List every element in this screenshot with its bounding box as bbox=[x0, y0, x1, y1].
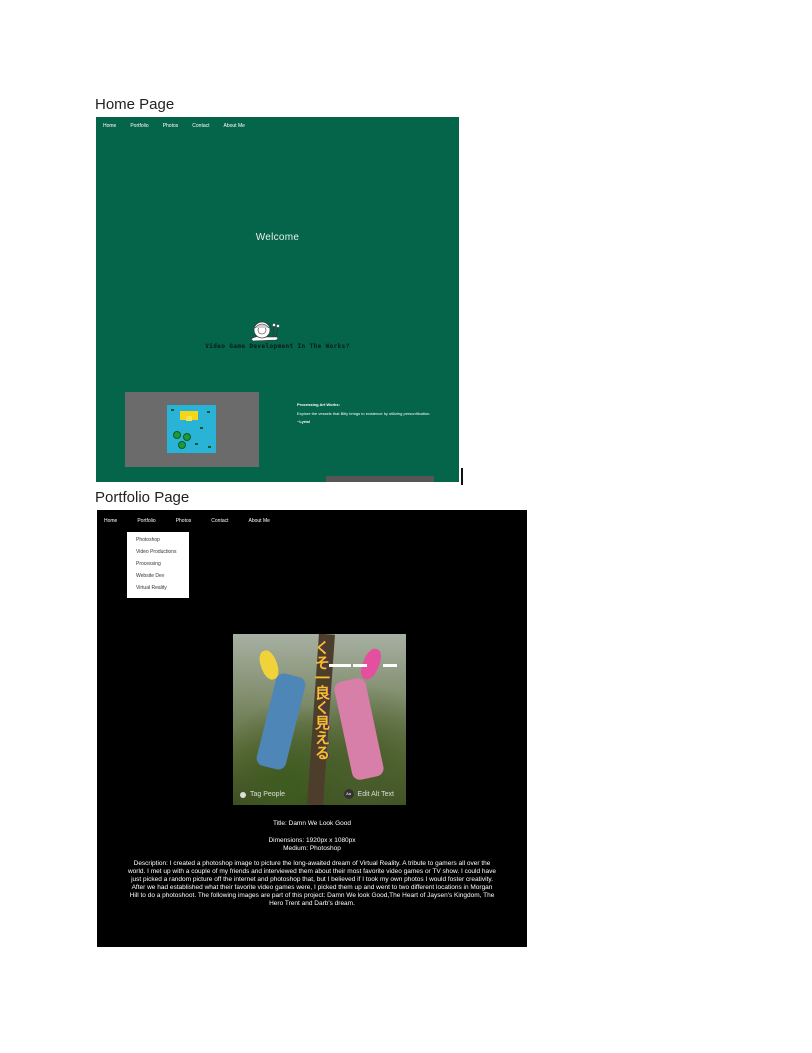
portfolio-nav-about[interactable]: About Me bbox=[249, 518, 270, 524]
dropdown-item-photoshop[interactable]: Photoshop bbox=[136, 536, 189, 548]
dropdown-item-video-productions[interactable]: Video Productions bbox=[136, 548, 189, 560]
home-nav: Home Portfolio Photos Contact About Me bbox=[103, 123, 245, 129]
portfolio-nav-contact[interactable]: Contact bbox=[211, 518, 228, 524]
dropdown-item-website-dev[interactable]: Website Dev bbox=[136, 572, 189, 584]
processing-description-block: Processing Art Works: Explore the vessel… bbox=[297, 402, 447, 428]
alt-text-icon: Aa bbox=[343, 789, 354, 799]
portfolio-nav-home[interactable]: Home bbox=[104, 518, 117, 524]
artwork-dimensions: Dimensions: 1920px x 1080px bbox=[268, 837, 356, 844]
home-nav-about[interactable]: About Me bbox=[224, 123, 245, 129]
portfolio-page-screenshot: Home Portfolio Photos Contact About Me P… bbox=[97, 510, 527, 947]
processing-signature: ~Lyrial bbox=[297, 419, 310, 424]
tag-people-label: Tag People bbox=[250, 791, 286, 798]
home-nav-contact[interactable]: Contact bbox=[192, 123, 209, 129]
video-game-text: Video Game Development In The Works? bbox=[205, 343, 350, 350]
processing-preview-panel[interactable] bbox=[125, 392, 259, 467]
artwork-description: Description: I created a photoshop image… bbox=[127, 860, 497, 907]
person-icon bbox=[240, 791, 246, 798]
processing-description: Explore the vessels that Bitly brings to… bbox=[297, 411, 431, 416]
home-page-label: Home Page bbox=[95, 96, 175, 113]
home-nav-portfolio[interactable]: Portfolio bbox=[130, 123, 148, 129]
dropdown-item-processing[interactable]: Processing bbox=[136, 560, 189, 572]
tag-people-button[interactable]: Tag People bbox=[240, 791, 285, 798]
portfolio-nav: Home Portfolio Photos Contact About Me bbox=[104, 518, 290, 524]
portfolio-page-label: Portfolio Page bbox=[95, 489, 190, 506]
portfolio-artwork-image[interactable]: くそ一良く見える Tag People Aa Edit Alt Text bbox=[233, 634, 406, 805]
home-nav-home[interactable]: Home bbox=[103, 123, 116, 129]
portfolio-dropdown-menu: Photoshop Video Productions Processing W… bbox=[127, 532, 189, 598]
portfolio-nav-portfolio[interactable]: Portfolio bbox=[137, 518, 155, 524]
home-nav-photos[interactable]: Photos bbox=[163, 123, 179, 129]
text-cursor bbox=[461, 468, 463, 485]
edit-alt-text-label: Edit Alt Text bbox=[357, 790, 394, 798]
artwork-vertical-text: くそ一良く見える bbox=[313, 640, 331, 760]
home-page-screenshot: Home Portfolio Photos Contact About Me W… bbox=[96, 117, 459, 482]
bottom-bar bbox=[326, 476, 434, 482]
portfolio-nav-photos[interactable]: Photos bbox=[176, 518, 192, 524]
artwork-medium: Medium: Photoshop bbox=[283, 845, 341, 852]
artwork-title: Title: Damn We Look Good bbox=[272, 820, 352, 827]
welcome-heading: Welcome bbox=[255, 232, 300, 243]
dropdown-item-virtual-reality[interactable]: Virtual Reality bbox=[136, 584, 189, 596]
processing-title: Processing Art Works: bbox=[297, 402, 340, 407]
processing-artwork bbox=[167, 405, 216, 453]
snail-icon bbox=[250, 321, 280, 342]
edit-alt-text-button[interactable]: Aa Edit Alt Text bbox=[343, 789, 394, 799]
